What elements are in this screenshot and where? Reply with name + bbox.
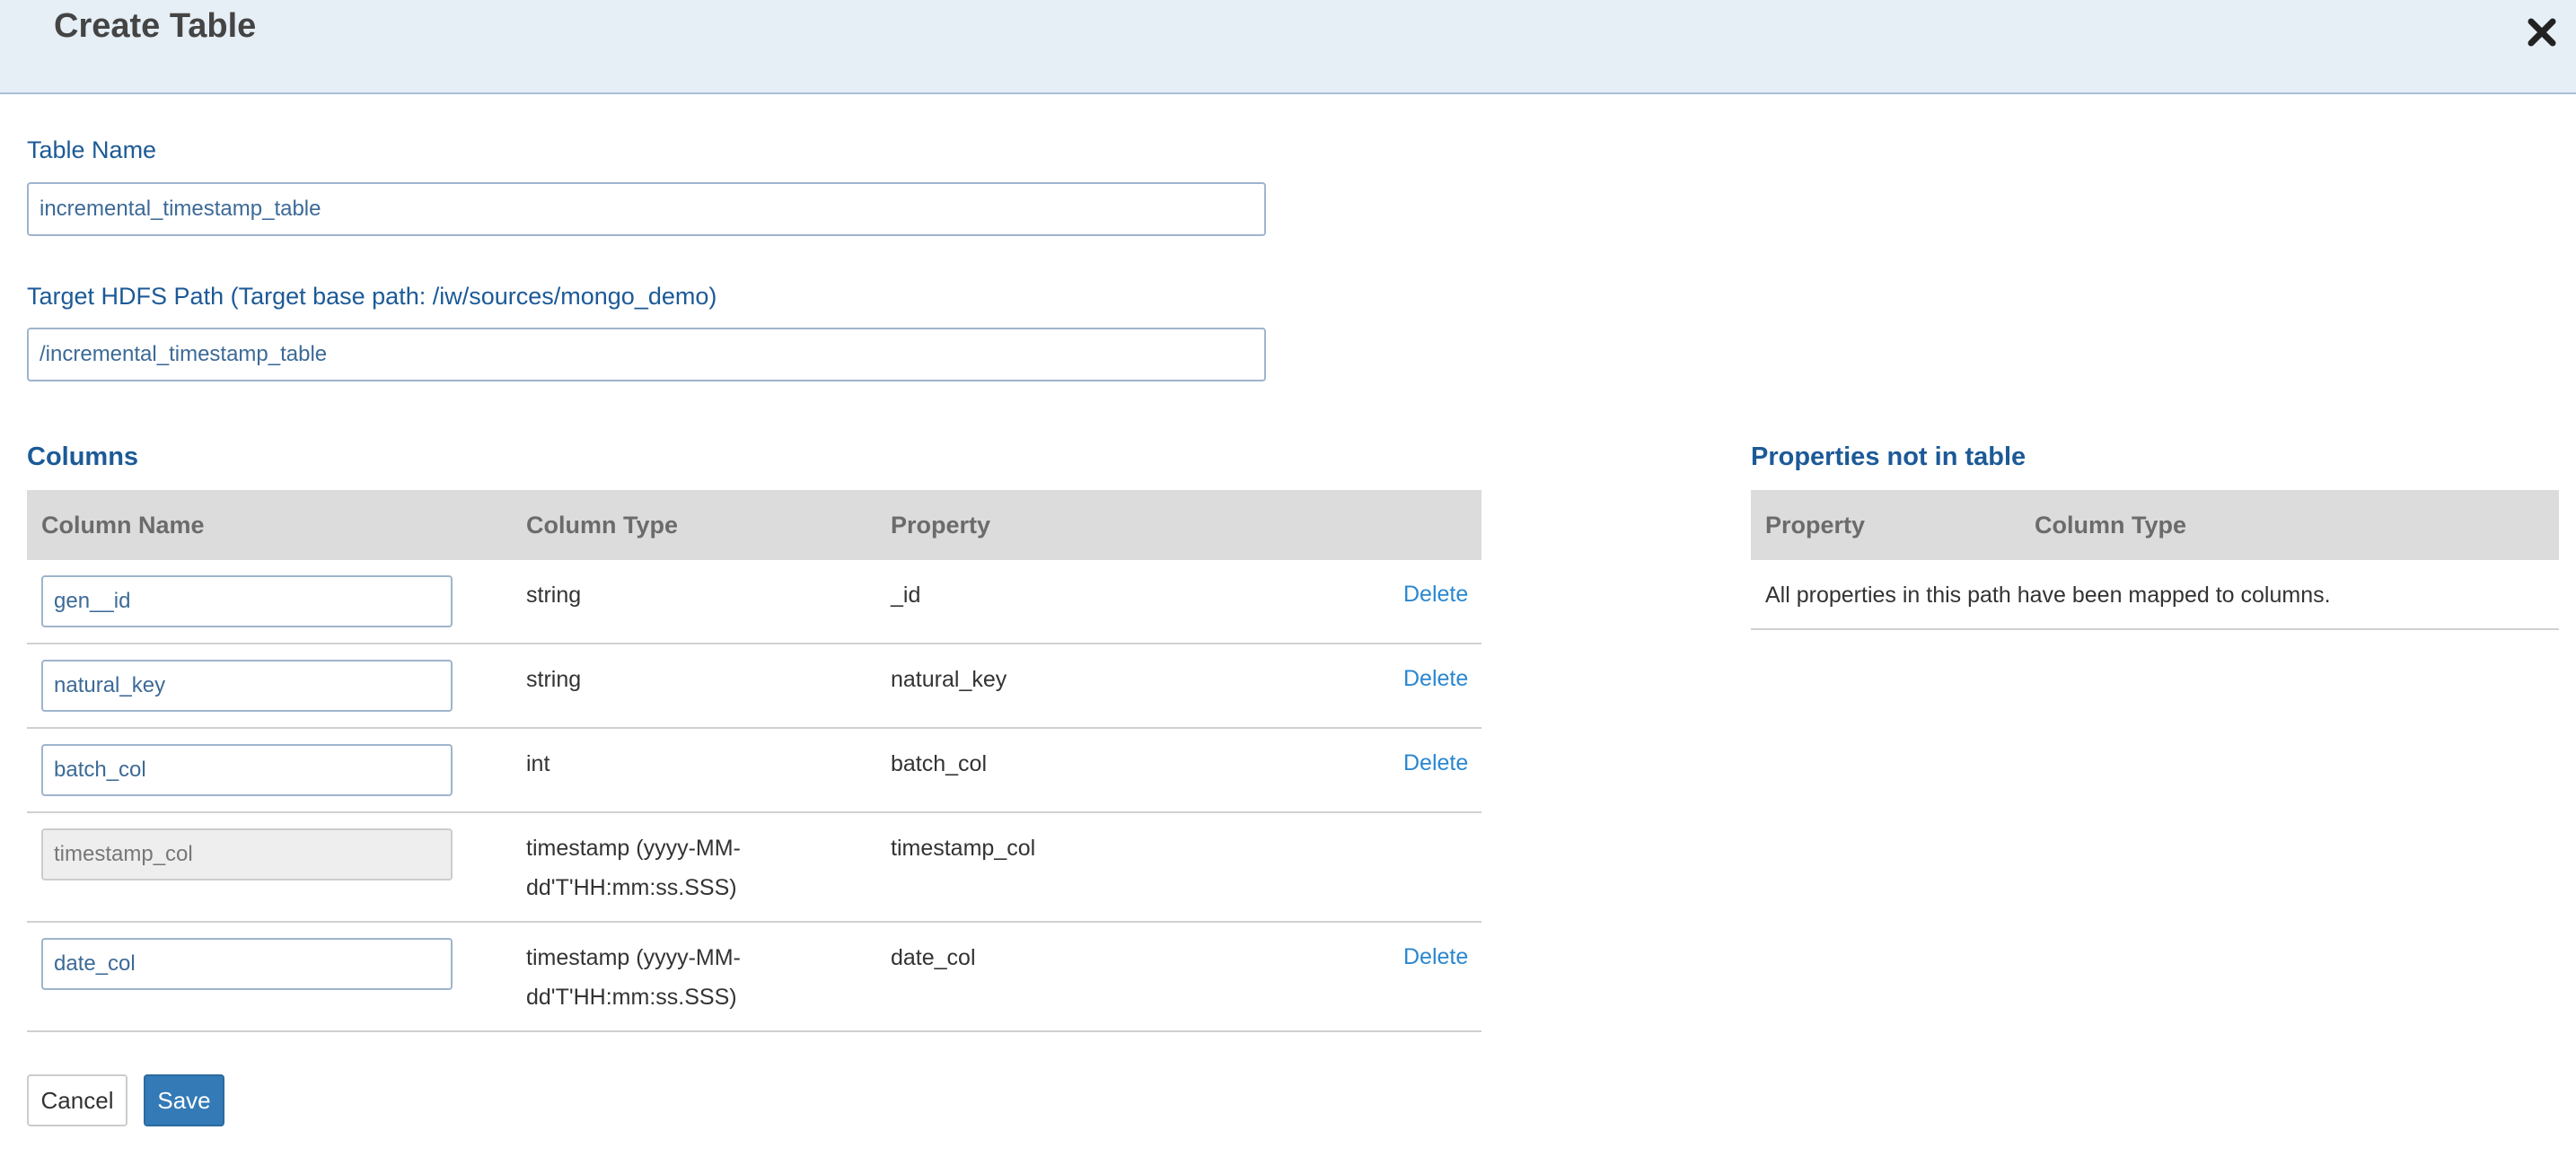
property-cell: date_col — [891, 945, 976, 970]
row-divider — [27, 643, 1481, 644]
column-type-cell: int — [526, 751, 550, 776]
row-divider — [1751, 628, 2559, 630]
column-type-header: Column Type — [2035, 512, 2187, 539]
column-name-input[interactable] — [41, 660, 453, 712]
column-type-cell-continued: dd'T'HH:mm:ss.SSS) — [526, 985, 737, 1010]
property-cell: timestamp_col — [891, 836, 1036, 861]
property-cell: natural_key — [891, 667, 1007, 692]
columns-section-title: Columns — [27, 442, 139, 471]
column-name-input[interactable] — [41, 575, 453, 627]
delete-link[interactable]: Delete — [1403, 944, 1468, 970]
hdfs-path-input[interactable] — [27, 328, 1266, 381]
empty-properties-message: All properties in this path have been ma… — [1765, 583, 2331, 608]
column-type-cell: timestamp (yyyy-MM- — [526, 945, 741, 970]
table-name-input[interactable] — [27, 182, 1266, 236]
modal-header: Create Table — [0, 0, 2576, 94]
columns-table-header: Column Name Column Type Property — [27, 490, 1481, 560]
column-type-header: Column Type — [526, 512, 679, 539]
delete-link[interactable]: Delete — [1403, 582, 1468, 608]
close-icon — [2528, 18, 2556, 47]
modal-title: Create Table — [54, 7, 257, 45]
delete-link[interactable]: Delete — [1403, 666, 1468, 692]
column-type-cell: timestamp (yyyy-MM- — [526, 836, 741, 861]
property-cell: batch_col — [891, 751, 988, 776]
column-type-cell: string — [526, 667, 582, 692]
property-header: Property — [891, 512, 991, 539]
cancel-button[interactable]: Cancel — [27, 1074, 127, 1126]
property-header: Property — [1765, 512, 1866, 539]
close-button[interactable] — [2524, 14, 2560, 50]
property-cell: _id — [891, 583, 921, 608]
column-name-input[interactable] — [41, 938, 453, 990]
column-name-header: Column Name — [41, 512, 205, 539]
column-type-cell-continued: dd'T'HH:mm:ss.SSS) — [526, 875, 737, 900]
properties-table-header: Property Column Type — [1751, 490, 2559, 560]
row-divider — [27, 921, 1481, 923]
hdfs-path-label: Target HDFS Path (Target base path: /iw/… — [27, 283, 717, 310]
save-button[interactable]: Save — [144, 1074, 224, 1126]
column-type-cell: string — [526, 583, 582, 608]
column-name-input[interactable] — [41, 744, 453, 796]
row-divider — [27, 1030, 1481, 1032]
table-name-label: Table Name — [27, 136, 157, 163]
column-name-input-disabled — [41, 828, 453, 880]
properties-section-title: Properties not in table — [1751, 442, 2027, 471]
row-divider — [27, 727, 1481, 729]
delete-link[interactable]: Delete — [1403, 750, 1468, 776]
row-divider — [27, 811, 1481, 813]
